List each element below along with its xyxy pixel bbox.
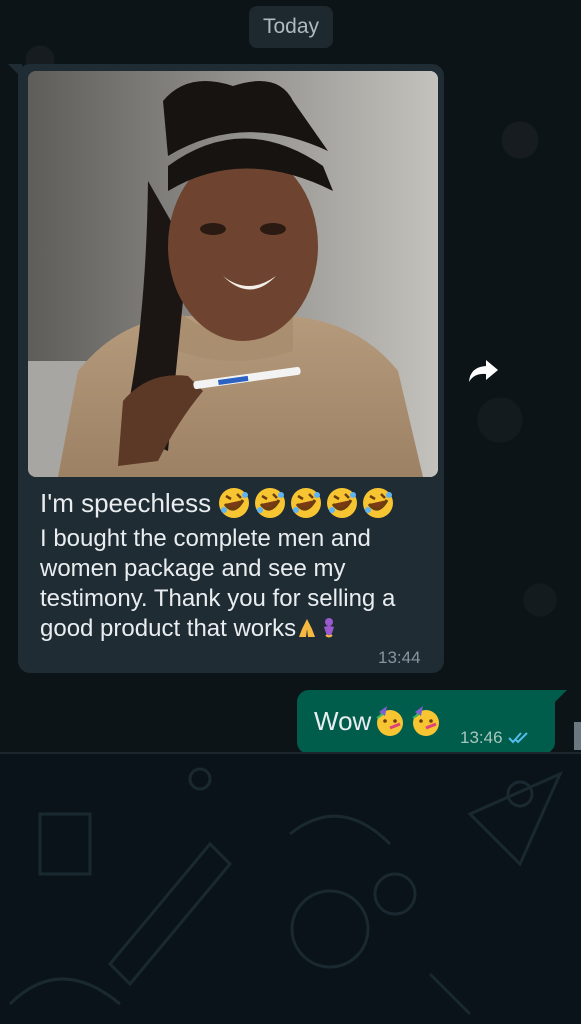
date-separator: Today <box>249 6 333 48</box>
partying-face-emoji-icon <box>376 706 404 736</box>
caption-line1-text: I'm speechless <box>40 488 212 518</box>
forward-button[interactable] <box>462 350 504 392</box>
rolling-laughing-emoji-icon <box>327 488 358 518</box>
caption-body: I bought the complete men and women pack… <box>40 524 435 644</box>
outgoing-bubble-tail <box>553 690 567 704</box>
outgoing-text-label: Wow <box>314 705 372 736</box>
genie-emoji-icon <box>324 618 335 638</box>
rolling-laughing-emoji-icon <box>255 488 286 518</box>
folded-hands-emoji-icon <box>299 619 316 637</box>
date-separator-label: Today <box>262 15 320 38</box>
outgoing-meta: 13:46 <box>460 728 533 748</box>
partying-face-emoji-icon <box>412 706 440 736</box>
rolling-laughing-emoji-icon <box>219 488 250 518</box>
rolling-laughing-emoji-icon <box>291 488 322 518</box>
doodle-pattern <box>8 767 563 1016</box>
photo-woman-holding-test <box>28 71 438 477</box>
outgoing-timestamp: 13:46 <box>460 728 503 747</box>
caption-body-text: I bought the complete men and women pack… <box>40 525 396 642</box>
double-check-read-icon <box>507 732 528 744</box>
outgoing-text: Wow <box>314 704 443 738</box>
scrollbar-thumb[interactable] <box>574 722 581 750</box>
laughing-emoji-row <box>217 486 395 520</box>
lower-panel-background <box>0 754 581 1024</box>
forward-arrow-icon <box>469 360 498 382</box>
message-photo[interactable] <box>28 71 438 477</box>
incoming-caption: I'm speechless I bought the complete men… <box>40 486 435 644</box>
rolling-laughing-emoji-icon <box>363 488 394 518</box>
caption-first-line: I'm speechless <box>40 486 435 520</box>
incoming-timestamp: 13:44 <box>378 648 421 667</box>
